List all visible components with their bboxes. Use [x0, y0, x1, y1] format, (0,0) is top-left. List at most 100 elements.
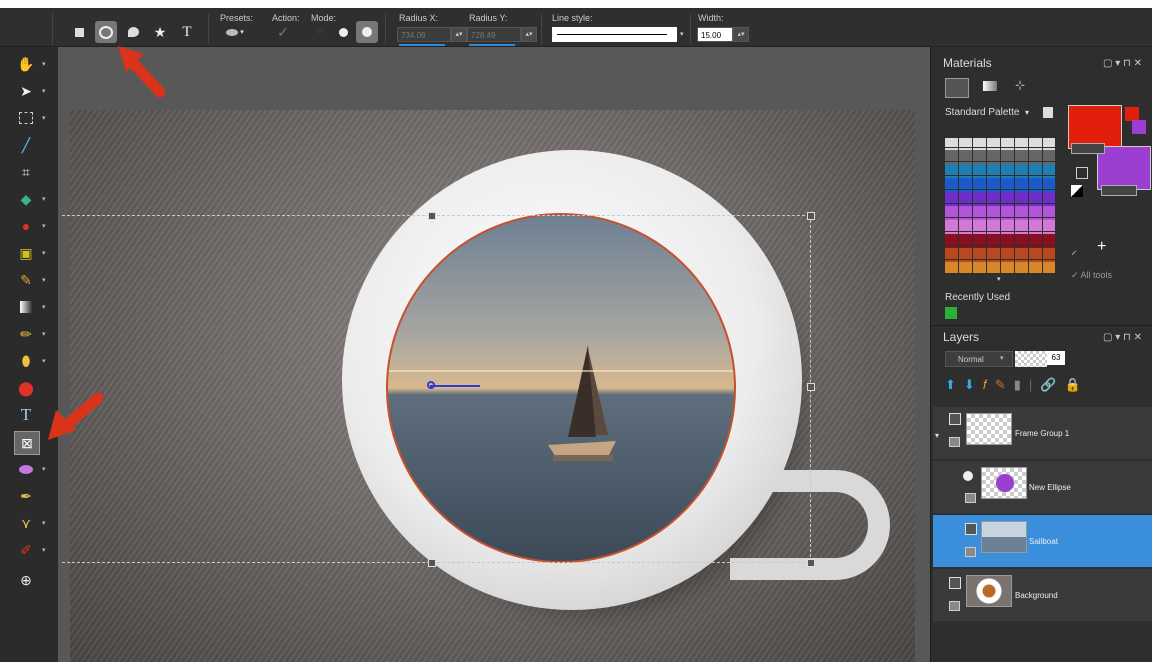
resize-handle[interactable] — [428, 212, 436, 220]
lock-icon[interactable]: 🔒 — [1065, 377, 1081, 393]
reset-colors-icon[interactable] — [1071, 185, 1083, 197]
mode-circle-icon[interactable] — [356, 21, 378, 43]
color-palette-grid[interactable] — [945, 138, 1055, 273]
foreground-recent-swatch[interactable] — [1125, 107, 1139, 121]
fx-icon[interactable]: 𝑓 — [983, 377, 987, 393]
style-texture-toggle-icon[interactable] — [1071, 143, 1105, 154]
toolbar-grip[interactable] — [22, 12, 53, 46]
style-texture-toggle-icon[interactable] — [1101, 185, 1137, 196]
vector-pen-icon[interactable]: ⋎ ▾ — [14, 512, 46, 534]
radius-x-slider[interactable] — [399, 44, 445, 46]
link-icon[interactable]: 🔗 — [1040, 377, 1056, 393]
mask-icon[interactable]: ✎ — [995, 377, 1006, 393]
background-layer-icon — [949, 577, 961, 589]
presets-dropdown[interactable]: ▾ — [224, 21, 246, 43]
mode-edit-icon[interactable]: ⁘ — [309, 21, 331, 43]
recently-used-label: Recently Used — [945, 292, 1011, 303]
dropper-icon[interactable]: ✐ ▾ — [14, 539, 45, 561]
clone-icon[interactable]: ▣ ▾ — [14, 242, 45, 264]
chevron-down-icon[interactable]: ▾ — [997, 275, 1001, 283]
rotation-handle-line[interactable] — [430, 385, 480, 387]
background-recent-swatch[interactable] — [1132, 120, 1146, 134]
gradient-tab-icon[interactable] — [983, 81, 997, 91]
sailboat-icon — [548, 345, 616, 461]
eraser-icon[interactable]: ✏ ▾ — [14, 323, 45, 345]
palette-name[interactable]: Standard Palette — [945, 107, 1020, 118]
resize-handle[interactable] — [807, 559, 815, 567]
palette-tab-icon[interactable] — [945, 78, 969, 98]
toolbar-separator — [541, 14, 542, 44]
recent-swatch[interactable] — [945, 307, 957, 319]
radius-x-spinner[interactable]: ▴▾ — [451, 27, 467, 42]
panel-menu-icon[interactable]: ▢ ▾ ⊓ ✕ — [1103, 58, 1142, 69]
add-swatch-icon[interactable]: + — [1097, 238, 1106, 256]
paint-brush-icon[interactable]: ✎ ▾ — [14, 269, 45, 291]
visibility-eye-icon[interactable] — [965, 547, 976, 557]
layer-row[interactable]: ▾ Frame Group 1 — [933, 407, 1152, 459]
eyedropper-icon[interactable]: ╱ — [14, 134, 38, 156]
panel-menu-icon[interactable]: ▢ ▾ ⊓ ✕ — [1103, 332, 1142, 343]
move-layer-down-icon[interactable]: ⬇ — [964, 377, 975, 393]
text-T-icon[interactable]: T — [176, 21, 198, 43]
picture-frame-icon[interactable]: ⊠ — [14, 431, 40, 455]
layer-row[interactable]: New Ellipse — [933, 461, 1152, 513]
opacity-preview[interactable] — [1015, 351, 1047, 367]
mode-draw-icon[interactable] — [332, 21, 354, 43]
palette-options-icon[interactable] — [1043, 107, 1053, 118]
visibility-eye-icon[interactable] — [949, 601, 960, 611]
swap-colors-icon[interactable] — [1076, 167, 1088, 179]
chevron-down-icon[interactable]: ▾ — [1025, 108, 1029, 117]
color-picker-icon[interactable]: ⬤ — [14, 377, 38, 399]
vector-layer-icon — [963, 471, 973, 481]
crop-icon[interactable]: ⌗ — [14, 161, 38, 183]
width-spinner[interactable]: ▴▾ — [733, 27, 749, 42]
pointer-icon[interactable]: ➤ ▾ — [14, 80, 45, 102]
rectangle-icon[interactable] — [68, 21, 90, 43]
radius-y-spinner[interactable]: ▴▾ — [521, 27, 537, 42]
pen-icon[interactable]: ✒ — [14, 485, 38, 507]
width-input[interactable]: 15.00 — [697, 27, 733, 42]
radius-x-input[interactable]: 734.09 — [397, 27, 451, 42]
text-icon[interactable]: T — [14, 404, 38, 426]
radius-y-input[interactable]: 728.49 — [467, 27, 521, 42]
all-tools-checkbox[interactable]: ✓ All tools — [1071, 270, 1112, 281]
chevron-down-icon[interactable]: ▾ — [1000, 354, 1004, 362]
delete-layer-icon[interactable]: ▮ — [1014, 377, 1021, 393]
layer-thumbnail — [981, 467, 1027, 499]
add-icon[interactable]: ⊕ — [14, 569, 38, 591]
rotation-handle[interactable] — [427, 381, 435, 389]
all-tools-label: All tools — [1080, 270, 1113, 280]
texture-tab-icon[interactable]: ⊹ — [1015, 78, 1025, 92]
chevron-down-icon[interactable]: ▾ — [680, 30, 684, 38]
expand-chevron-icon[interactable]: ▾ — [935, 431, 939, 440]
ellipse-shape-icon[interactable]: ▾ — [14, 458, 46, 480]
annotation-arrow-icon — [118, 46, 166, 98]
hand-icon[interactable]: ✋ ▾ — [14, 53, 45, 75]
visibility-eye-icon[interactable] — [949, 437, 960, 447]
line-style-select[interactable] — [552, 27, 677, 42]
selection-icon[interactable]: ▾ — [14, 107, 46, 129]
straighten-icon[interactable]: ◆ ▾ — [14, 188, 46, 210]
panel-divider — [931, 325, 1152, 326]
layers-empty-area — [933, 623, 1152, 662]
fill-icon[interactable]: ⬮ ▾ — [14, 350, 46, 372]
visibility-eye-icon[interactable] — [965, 493, 976, 503]
layer-thumbnail — [966, 413, 1012, 445]
eyedropper-icon[interactable]: ⸝ — [1071, 241, 1077, 258]
move-layer-up-icon[interactable]: ⬆ — [945, 377, 956, 393]
image-canvas[interactable] — [70, 110, 915, 662]
radius-y-slider[interactable] — [469, 44, 515, 46]
layer-row-selected[interactable]: Sailboat — [933, 515, 1152, 567]
gradient-icon[interactable]: ▾ — [14, 296, 46, 318]
apply-check-icon[interactable]: ✓ — [272, 21, 294, 43]
background-color-swatch[interactable] — [1097, 146, 1151, 190]
opacity-value[interactable]: 63 — [1047, 351, 1065, 365]
layer-name: Sailboat — [1029, 537, 1058, 546]
resize-handle[interactable] — [428, 559, 436, 567]
layer-name: New Ellipse — [1029, 483, 1071, 492]
layer-row[interactable]: Background — [933, 569, 1152, 621]
resize-handle[interactable] — [807, 212, 815, 220]
tools-panel: ✋ ▾ ➤ ▾ ▾ ╱ ⌗ ◆ ▾ ● ▾ ▣ ▾ ✎ ▾ ▾ ✏ ▾ ⬮ ▾ ⬤ T ⊠ ▾ … — [0, 47, 58, 662]
redeye-icon[interactable]: ● ▾ — [14, 215, 46, 237]
resize-handle[interactable] — [807, 383, 815, 391]
